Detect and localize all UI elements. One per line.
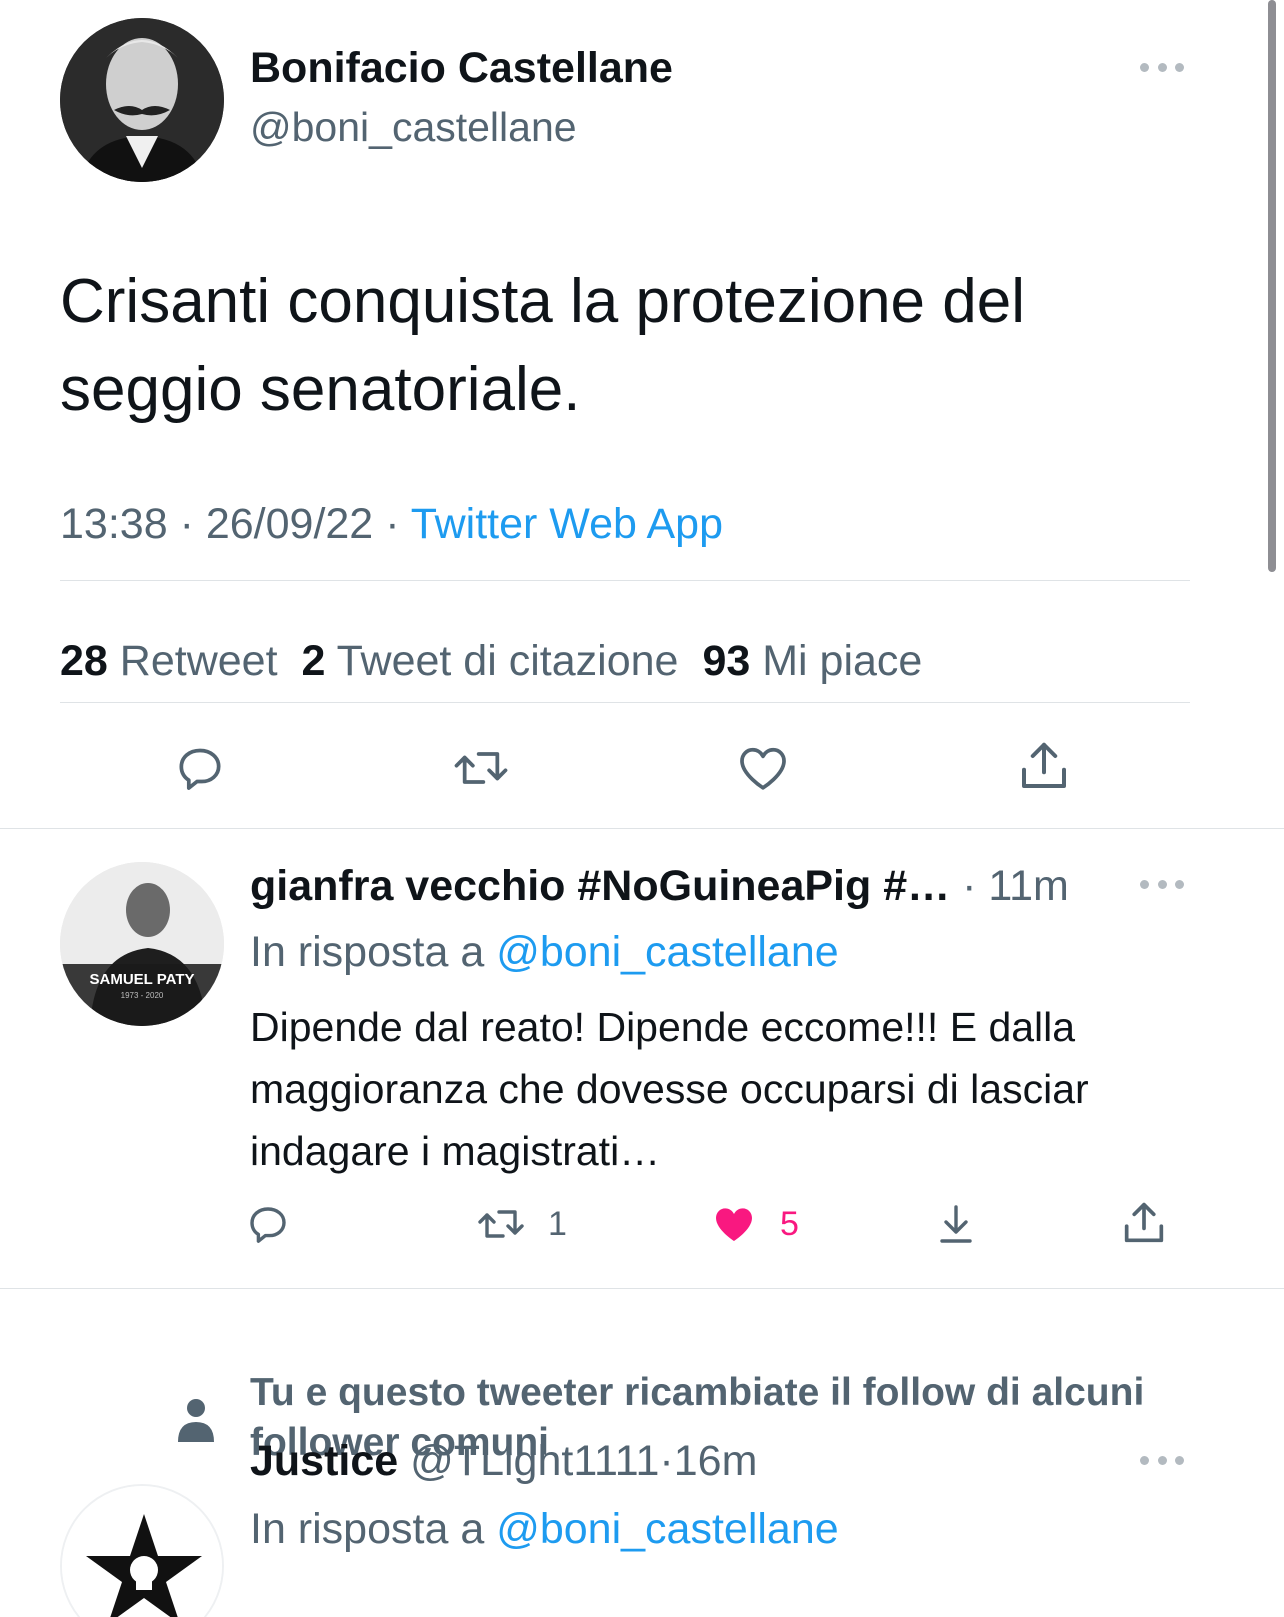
reply-button[interactable] [244, 1200, 292, 1248]
retweet-count: 1 [548, 1204, 567, 1243]
author-name[interactable]: Bonifacio Castellane [250, 44, 673, 93]
more-options-icon[interactable] [1140, 60, 1184, 74]
avatar[interactable]: SAMUEL PATY 1973 - 2020 [60, 862, 224, 1026]
meta-separator: · [385, 500, 400, 548]
reply-icon [250, 1207, 286, 1243]
tweet-meta: 13:38 · 26/09/22 · Twitter Web App [60, 500, 723, 549]
avatar-years: 1973 - 2020 [121, 991, 164, 1000]
like-button[interactable]: 5 [708, 1200, 799, 1248]
reply-icon [179, 748, 221, 790]
share-button[interactable] [1014, 736, 1074, 796]
likes-stat[interactable]: 93 Mi piace [702, 637, 922, 685]
retweets-stat[interactable]: 28 Retweet [60, 637, 278, 685]
author-name[interactable]: gianfra vecchio #NoGuineaPig #… [250, 862, 950, 910]
download-button[interactable] [932, 1198, 980, 1250]
reply-mention-link[interactable]: @boni_castellane [496, 1505, 839, 1553]
divider [60, 580, 1190, 581]
avatar[interactable] [60, 1484, 224, 1617]
quotes-stat[interactable]: 2 Tweet di citazione [302, 637, 679, 685]
more-options-icon[interactable] [1140, 877, 1184, 891]
avatar[interactable] [60, 18, 224, 182]
more-options-icon[interactable] [1140, 1453, 1184, 1467]
heart-icon [740, 747, 786, 790]
share-icon [1022, 742, 1066, 788]
tweet-stats: 28 Retweet 2 Tweet di citazione 93 Mi piac… [60, 637, 922, 686]
avatar-caption: SAMUEL PATY [89, 971, 194, 988]
author-name[interactable]: Justice [250, 1437, 398, 1485]
tweet-date: 26/09/22 [205, 500, 374, 548]
reply-mention-link[interactable]: @boni_castellane [496, 928, 839, 976]
heart-filled-icon [716, 1208, 752, 1241]
tweet-text: Crisanti conquista la protezione del seg… [60, 267, 1025, 424]
tweet-source-link[interactable]: Twitter Web App [411, 500, 723, 548]
star-skull-icon [62, 1486, 222, 1617]
author-handle[interactable]: @boni_castellane [250, 104, 577, 151]
reply-context: In risposta a @boni_castellane [250, 1505, 839, 1553]
retweet-icon [478, 1210, 524, 1238]
reply-time[interactable]: 11m [988, 862, 1068, 910]
meta-separator: · [179, 500, 194, 548]
avatar-image: SAMUEL PATY 1973 - 2020 [60, 862, 224, 1026]
meta-separator: · [659, 1437, 674, 1485]
like-button[interactable] [734, 740, 792, 796]
reply-context: In risposta a @boni_castellane [250, 928, 839, 976]
reply-button[interactable] [172, 740, 228, 796]
scrollbar[interactable] [1268, 0, 1276, 572]
divider [0, 1288, 1284, 1289]
divider [0, 828, 1284, 829]
retweet-button[interactable]: 1 [474, 1200, 567, 1248]
divider [60, 702, 1190, 703]
meta-separator: · [962, 862, 977, 910]
reply-header: Justice @TLight1111·16m [250, 1437, 757, 1486]
retweet-button[interactable] [450, 740, 512, 796]
reply-header: gianfra vecchio #NoGuineaPig #… · 11m [250, 862, 1069, 911]
author-handle[interactable]: @TLight1111 [410, 1437, 659, 1485]
share-icon [1124, 1202, 1164, 1243]
download-icon [940, 1205, 972, 1243]
share-button[interactable] [1118, 1196, 1170, 1250]
person-icon [176, 1396, 216, 1449]
like-count: 5 [780, 1204, 799, 1243]
reply-time[interactable]: 16m [674, 1437, 758, 1485]
tweet-time: 13:38 [60, 500, 168, 548]
portrait-image [60, 18, 224, 182]
reply-text: Dipende dal reato! Dipende eccome!!! E d… [250, 1004, 1089, 1174]
retweet-icon [454, 752, 508, 784]
